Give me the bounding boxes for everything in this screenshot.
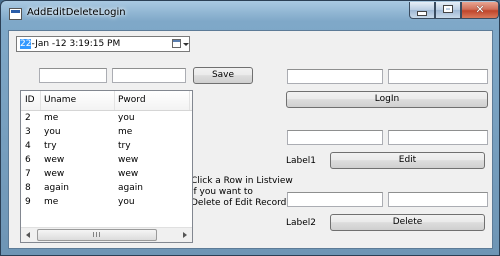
- records-listview[interactable]: ID Uname Pword 2 me you 3 you me 4 try t…: [20, 90, 193, 243]
- list-item[interactable]: 7 wew wew: [21, 168, 192, 181]
- scroll-right-icon[interactable]: [177, 228, 192, 242]
- cell-id: 9: [25, 197, 31, 207]
- cell-uname: me: [44, 197, 59, 207]
- column-separator[interactable]: [189, 91, 190, 110]
- cell-pword: you: [118, 197, 135, 207]
- cell-uname: wew: [44, 155, 65, 165]
- maximize-button[interactable]: [435, 2, 461, 19]
- cell-pword: you: [118, 113, 135, 123]
- list-item[interactable]: 3 you me: [21, 126, 192, 139]
- datetime-rest: -Jan -12 3:19:15 PM: [31, 39, 121, 49]
- minimize-icon: [417, 11, 427, 16]
- edit-password-input[interactable]: [388, 130, 488, 145]
- cell-uname: again: [44, 183, 69, 193]
- window-title: AddEditDeleteLogin: [27, 7, 126, 18]
- horizontal-scrollbar[interactable]: III: [21, 227, 192, 242]
- list-item[interactable]: 4 try try: [21, 140, 192, 153]
- login-password-input[interactable]: [388, 69, 488, 84]
- cell-id: 3: [25, 127, 31, 137]
- username-input[interactable]: [39, 68, 107, 83]
- cell-pword: try: [118, 141, 131, 151]
- column-header-pword[interactable]: Pword: [118, 95, 146, 105]
- app-icon[interactable]: [9, 8, 22, 20]
- cell-id: 8: [25, 183, 31, 193]
- login-button[interactable]: LogIn: [286, 91, 488, 108]
- label2: Label2: [286, 218, 317, 228]
- cell-pword: me: [118, 127, 133, 137]
- save-button[interactable]: Save: [193, 67, 253, 84]
- column-header-id[interactable]: ID: [25, 95, 35, 105]
- column-separator[interactable]: [40, 91, 41, 110]
- cell-id: 4: [25, 141, 31, 151]
- close-button[interactable]: ✕: [461, 2, 499, 19]
- instruction-text-line2: if you want to: [191, 187, 253, 197]
- cell-pword: wew: [118, 155, 139, 165]
- edit-username-input[interactable]: [287, 130, 383, 145]
- label1: Label1: [286, 156, 317, 166]
- delete-username-input[interactable]: [287, 192, 383, 207]
- scroll-left-icon[interactable]: [21, 228, 36, 242]
- cell-pword: again: [118, 183, 143, 193]
- delete-button[interactable]: Delete: [330, 214, 485, 231]
- cell-uname: try: [44, 141, 57, 151]
- instruction-text-line1: Click a Row in Listview: [191, 176, 293, 186]
- listview-header: ID Uname Pword: [21, 91, 192, 111]
- cell-uname: me: [44, 113, 59, 123]
- password-input[interactable]: [112, 68, 186, 83]
- close-icon: ✕: [475, 3, 485, 16]
- scrollbar-thumb[interactable]: III: [37, 229, 157, 241]
- form-client-area: 22-Jan -12 3:19:15 PM Save LogIn Label1 …: [8, 30, 493, 249]
- delete-password-input[interactable]: [388, 192, 488, 207]
- cell-uname: you: [44, 127, 61, 137]
- cell-pword: wew: [118, 169, 139, 179]
- column-header-uname[interactable]: Uname: [44, 95, 76, 105]
- title-bar[interactable]: AddEditDeleteLogin ✕: [1, 1, 499, 29]
- instruction-text-line3: Delete of Edit Record: [191, 198, 287, 208]
- app-window: AddEditDeleteLogin ✕ 22-Jan -12 3:19:15 …: [0, 0, 500, 256]
- datetime-picker[interactable]: 22-Jan -12 3:19:15 PM: [16, 36, 190, 52]
- list-item[interactable]: 9 me you: [21, 196, 192, 209]
- list-item[interactable]: 8 again again: [21, 182, 192, 195]
- login-username-input[interactable]: [287, 69, 383, 84]
- minimize-button[interactable]: [409, 2, 435, 19]
- cell-id: 6: [25, 155, 31, 165]
- cell-id: 2: [25, 113, 31, 123]
- datetime-text: 22-Jan -12 3:19:15 PM: [20, 39, 120, 49]
- column-separator[interactable]: [114, 91, 115, 110]
- datetime-day-selected: 22: [20, 39, 32, 49]
- list-item[interactable]: 2 me you: [21, 112, 192, 125]
- cell-uname: wew: [44, 169, 65, 179]
- edit-button[interactable]: Edit: [330, 152, 485, 169]
- cell-id: 7: [25, 169, 31, 179]
- chevron-down-icon[interactable]: [183, 43, 189, 46]
- maximize-icon: [443, 5, 453, 13]
- calendar-icon[interactable]: [172, 39, 181, 48]
- list-item[interactable]: 6 wew wew: [21, 154, 192, 167]
